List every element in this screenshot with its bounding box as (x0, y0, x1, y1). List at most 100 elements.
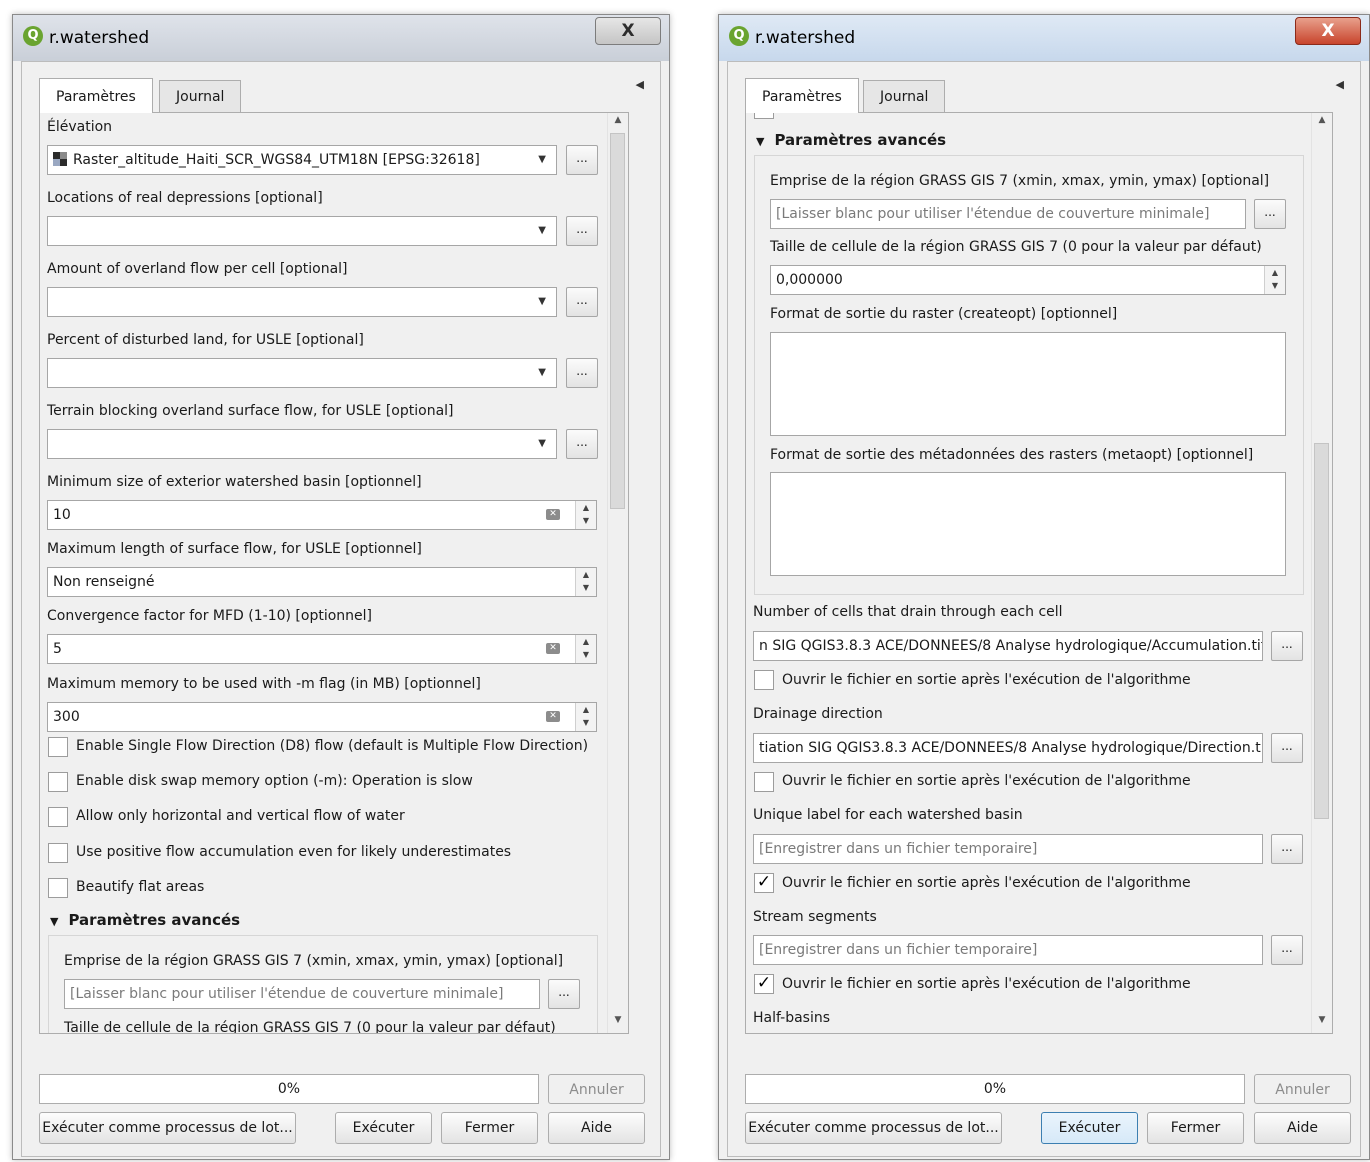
elevation-label: Élévation (47, 119, 113, 135)
accumulation-output-input[interactable]: n SIG QGIS3.8.3 ACE/DONNEES/8 Analyse hy… (753, 631, 1263, 661)
positive-accumulation-checkbox[interactable] (48, 843, 68, 863)
grass-extent-browse-button[interactable]: ... (1254, 199, 1286, 229)
clear-icon[interactable]: ✕ (546, 711, 560, 722)
clear-icon[interactable]: ✕ (546, 643, 560, 654)
elevation-combo[interactable]: Raster_altitude_Haiti_SCR_WGS84_UTM18N [… (47, 145, 557, 175)
d8-flow-checkbox[interactable] (48, 737, 68, 757)
spin-arrows-icon[interactable]: ▲ ▼ (575, 501, 596, 529)
beautify-checkbox[interactable] (48, 878, 68, 898)
scroll-up-icon[interactable]: ▲ (608, 115, 628, 131)
max-memory-value: 300 (53, 709, 80, 725)
advanced-parameters-toggle[interactable]: ▼ Paramètres avancés (756, 131, 946, 149)
cancel-button[interactable]: Annuler (548, 1074, 645, 1104)
terrain-blocking-browse-button[interactable]: ... (566, 429, 598, 459)
positive-accumulation-label: Use positive flow accumulation even for … (76, 844, 512, 860)
batch-process-button[interactable]: Exécuter comme processus de lot... (39, 1112, 296, 1144)
collapse-panel-icon[interactable]: ◀ (636, 78, 644, 91)
advanced-parameters-toggle[interactable]: ▼ Paramètres avancés (50, 911, 240, 929)
grass-cellsize-value: 0,000000 (776, 272, 843, 288)
metaopt-textarea[interactable] (770, 472, 1286, 576)
depressions-combo[interactable]: ▼ (47, 216, 557, 246)
tab-parametres[interactable]: Paramètres (745, 78, 859, 113)
help-button[interactable]: Aide (548, 1112, 645, 1144)
depressions-browse-button[interactable]: ... (566, 216, 598, 246)
title-bar[interactable]: Q r.watershed X (13, 15, 669, 61)
beautify-label: Beautify flat areas (76, 879, 205, 895)
overland-flow-browse-button[interactable]: ... (566, 287, 598, 317)
d8-flow-label: Enable Single Flow Direction (D8) flow (… (76, 738, 589, 754)
drainage-browse-button[interactable]: ... (1271, 733, 1303, 763)
close-window-button[interactable]: X (595, 17, 661, 45)
spin-arrows-icon[interactable]: ▲ ▼ (1264, 266, 1285, 294)
window-title: r.watershed (49, 28, 150, 48)
horizontal-flow-checkbox[interactable] (48, 807, 68, 827)
disturbed-land-browse-button[interactable]: ... (566, 358, 598, 388)
spin-arrows-icon[interactable]: ▲ ▼ (575, 568, 596, 596)
convergence-spinbox[interactable]: 5 ✕ ▲ ▼ (47, 634, 597, 664)
min-basin-size-spinbox[interactable]: 10 ✕ ▲ ▼ (47, 500, 597, 530)
grass-extent-input[interactable]: [Laisser blanc pour utiliser l'étendue d… (770, 199, 1246, 229)
tab-journal[interactable]: Journal (159, 80, 242, 112)
basin-browse-button[interactable]: ... (1271, 834, 1303, 864)
collapse-panel-icon[interactable]: ◀ (1336, 78, 1344, 91)
close-button[interactable]: Fermer (441, 1112, 538, 1144)
grass-extent-browse-button[interactable]: ... (548, 979, 580, 1009)
grass-cellsize-spinbox[interactable]: 0,000000 ▲ ▼ (770, 265, 1286, 295)
beautify-checkbox-clipped[interactable] (754, 113, 774, 119)
triangle-down-icon: ▼ (50, 915, 59, 928)
batch-process-button[interactable]: Exécuter comme processus de lot... (745, 1112, 1002, 1144)
max-length-value: Non renseigné (53, 574, 155, 590)
tab-parametres[interactable]: Paramètres (39, 78, 153, 113)
createopt-label: Format de sortie du raster (createopt) [… (770, 306, 1118, 322)
stream-browse-button[interactable]: ... (1271, 935, 1303, 965)
stream-open-checkbox[interactable]: ✓ (754, 974, 774, 994)
chevron-down-icon: ▼ (538, 367, 546, 378)
qgis-icon: Q (23, 26, 43, 46)
close-button[interactable]: Fermer (1147, 1112, 1244, 1144)
half-basins-label: Half-basins (753, 1010, 831, 1026)
grass-extent-input[interactable]: [Laisser blanc pour utiliser l'étendue d… (64, 979, 540, 1009)
convergence-value: 5 (53, 641, 62, 657)
clear-icon[interactable]: ✕ (546, 509, 560, 520)
drainage-label: Drainage direction (753, 706, 883, 722)
stream-output-input[interactable]: [Enregistrer dans un fichier temporaire] (753, 935, 1263, 965)
max-length-spinbox[interactable]: Non renseigné ▲ ▼ (47, 567, 597, 597)
disturbed-land-combo[interactable]: ▼ (47, 358, 557, 388)
run-button[interactable]: Exécuter (335, 1112, 432, 1144)
basin-open-checkbox[interactable]: ✓ (754, 873, 774, 893)
basin-label: Unique label for each watershed basin (753, 807, 1023, 823)
scroll-up-icon[interactable]: ▲ (1312, 115, 1332, 131)
drainage-open-checkbox[interactable] (754, 772, 774, 792)
close-window-button[interactable]: X (1295, 17, 1361, 45)
accumulation-browse-button[interactable]: ... (1271, 631, 1303, 661)
accumulation-open-checkbox[interactable] (754, 670, 774, 690)
scrollbar-thumb[interactable] (1314, 443, 1329, 819)
scroll-down-icon[interactable]: ▼ (1312, 1015, 1332, 1031)
progress-bar: 0% (39, 1074, 539, 1104)
max-memory-spinbox[interactable]: 300 ✕ ▲ ▼ (47, 702, 597, 732)
run-button[interactable]: Exécuter (1041, 1112, 1138, 1144)
scroll-down-icon[interactable]: ▼ (608, 1015, 628, 1031)
qgis-icon: Q (729, 26, 749, 46)
disk-swap-checkbox[interactable] (48, 772, 68, 792)
vertical-scrollbar[interactable]: ▲ ▼ (1311, 113, 1332, 1033)
createopt-textarea[interactable] (770, 332, 1286, 436)
basin-output-input[interactable]: [Enregistrer dans un fichier temporaire] (753, 834, 1263, 864)
tab-journal[interactable]: Journal (863, 80, 946, 112)
advanced-parameters-title: Paramètres avancés (774, 131, 947, 149)
terrain-blocking-label: Terrain blocking overland surface flow, … (47, 403, 454, 419)
scrollbar-thumb[interactable] (610, 133, 625, 509)
raster-layer-icon (53, 152, 67, 166)
cancel-button[interactable]: Annuler (1254, 1074, 1351, 1104)
vertical-scrollbar[interactable]: ▲ ▼ (607, 113, 628, 1033)
chevron-down-icon: ▼ (538, 296, 546, 307)
window-title: r.watershed (755, 28, 856, 48)
terrain-blocking-combo[interactable]: ▼ (47, 429, 557, 459)
help-button[interactable]: Aide (1254, 1112, 1351, 1144)
overland-flow-combo[interactable]: ▼ (47, 287, 557, 317)
spin-arrows-icon[interactable]: ▲ ▼ (575, 703, 596, 731)
title-bar[interactable]: Q r.watershed X (719, 15, 1369, 61)
spin-arrows-icon[interactable]: ▲ ▼ (575, 635, 596, 663)
drainage-output-input[interactable]: tiation SIG QGIS3.8.3 ACE/DONNEES/8 Anal… (753, 733, 1263, 763)
elevation-browse-button[interactable]: ... (566, 145, 598, 175)
